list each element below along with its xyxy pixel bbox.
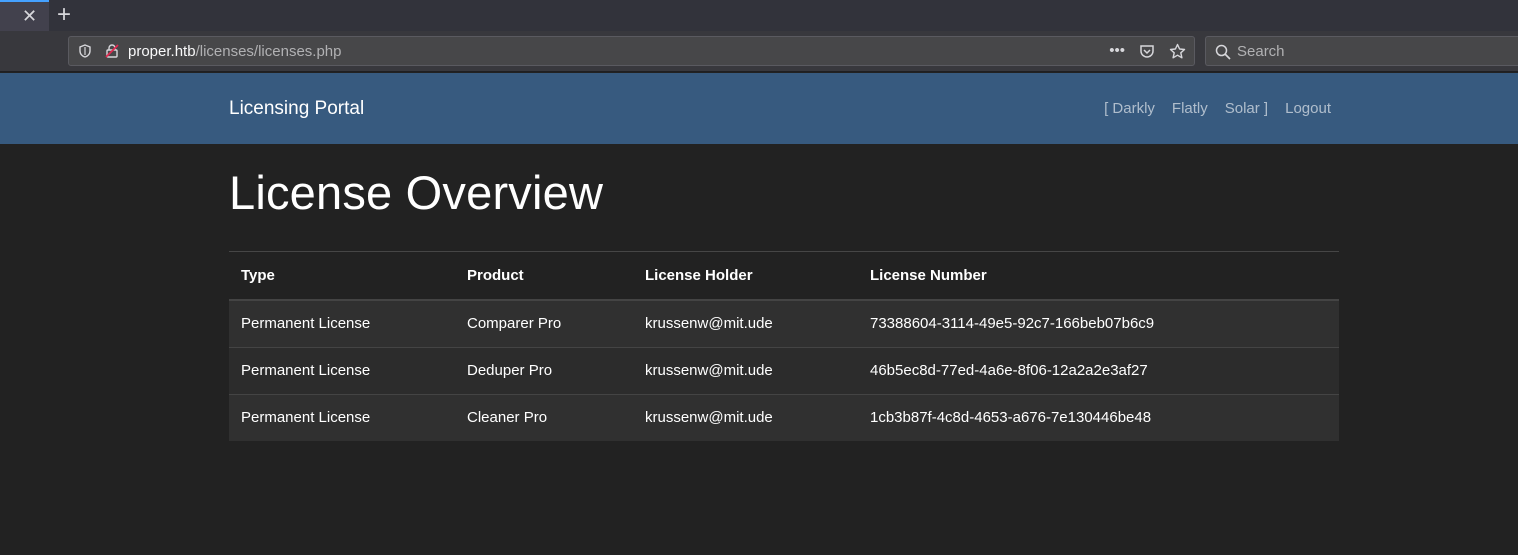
column-header-license-holder: License Holder (633, 252, 858, 301)
license-table: Type Product License Holder License Numb… (229, 252, 1339, 441)
url-bar[interactable]: proper.htb/licenses/licenses.php ••• (68, 36, 1195, 66)
cell-type: Permanent License (229, 393, 455, 441)
browser-toolbar: proper.htb/licenses/licenses.php ••• Sea… (0, 31, 1518, 72)
browser-tab-bar: ✕ + (0, 0, 1518, 31)
column-header-license-number: License Number (858, 252, 1339, 301)
brand-link[interactable]: Licensing Portal (229, 98, 364, 120)
table-header-row: Type Product License Holder License Numb… (229, 252, 1339, 301)
cell-license-holder: krussenw@mit.ude (633, 393, 858, 441)
close-tab-icon[interactable]: ✕ (22, 6, 37, 26)
cell-product: Cleaner Pro (455, 393, 633, 441)
url-path: /licenses/licenses.php (195, 43, 342, 60)
url-actions: ••• (1109, 42, 1186, 60)
search-placeholder: Search (1237, 43, 1285, 60)
table-row: Permanent License Deduper Pro krussenw@m… (229, 346, 1339, 394)
cell-product: Deduper Pro (455, 346, 633, 394)
theme-flatly-link[interactable]: Flatly (1172, 100, 1208, 117)
table-row: Permanent License Comparer Pro krussenw@… (229, 300, 1339, 347)
main-content: License Overview Type Product License Ho… (229, 144, 1339, 441)
nav-links: [ Darkly Flatly Solar ] Logout (1104, 100, 1331, 117)
column-header-product: Product (455, 252, 633, 301)
cell-license-number: 73388604-3114-49e5-92c7-166beb07b6c9 (870, 315, 1155, 333)
cell-license-number: 1cb3b87f-4c8d-4653-a676-7e130446be48 (858, 393, 1339, 441)
table-row: Permanent License Cleaner Pro krussenw@m… (229, 393, 1339, 441)
url-text[interactable]: proper.htb/licenses/licenses.php (128, 43, 341, 60)
theme-darkly-link[interactable]: [ Darkly (1104, 100, 1155, 117)
cell-license-holder: krussenw@mit.ude (645, 315, 773, 333)
page-title: License Overview (229, 166, 604, 219)
url-host: proper.htb (128, 43, 196, 60)
search-icon (1215, 44, 1231, 60)
column-header-type: Type (229, 252, 455, 301)
theme-switcher: [ Darkly Flatly Solar ] (1104, 100, 1268, 117)
browser-tab[interactable]: ✕ (0, 0, 49, 31)
cell-type: Permanent License (229, 346, 455, 394)
insecure-lock-icon[interactable] (105, 44, 119, 58)
page-actions-menu-icon[interactable]: ••• (1109, 42, 1125, 60)
browser-search-bar[interactable]: Search (1205, 36, 1518, 66)
site-navbar: Licensing Portal [ Darkly Flatly Solar ]… (0, 73, 1518, 144)
cell-type: Permanent License (241, 315, 371, 333)
cell-license-number: 46b5ec8d-77ed-4a6e-8f06-12a2a2e3af27 (858, 346, 1339, 394)
cell-product: Comparer Pro (467, 315, 562, 333)
shield-icon[interactable] (79, 44, 91, 58)
cell-license-holder: krussenw@mit.ude (633, 346, 858, 394)
theme-solar-link[interactable]: Solar ] (1225, 100, 1268, 117)
logout-link[interactable]: Logout (1285, 100, 1331, 117)
bookmark-star-icon[interactable] (1169, 43, 1186, 60)
new-tab-button[interactable]: + (57, 1, 71, 29)
pocket-icon[interactable] (1139, 43, 1155, 59)
